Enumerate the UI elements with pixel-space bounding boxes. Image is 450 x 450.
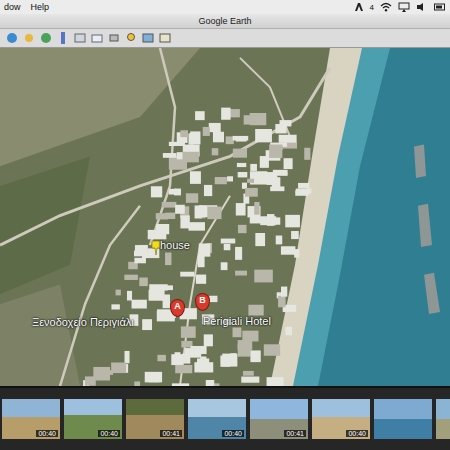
wifi-icon[interactable] — [380, 2, 392, 12]
airplay-icon[interactable] — [398, 2, 410, 12]
volume-icon[interactable] — [416, 2, 428, 12]
title-bar: Google Earth — [0, 14, 450, 29]
satellite-imagery — [0, 48, 450, 386]
adobe-icon[interactable] — [354, 2, 364, 12]
thumbnail-time: 00:41 — [160, 430, 182, 437]
grid-icon[interactable] — [74, 32, 86, 44]
marker-letter: B — [199, 294, 206, 306]
placemark-label[interactable]: Perigiali Hotel — [203, 315, 271, 327]
placemark-label[interactable]: Ξενοδοχείο Περιγιάλι — [32, 316, 134, 328]
placemark-label[interactable]: house — [160, 239, 190, 251]
tour-thumbnail[interactable]: 00:40 — [64, 399, 122, 439]
notification-count[interactable]: 4 — [370, 3, 374, 12]
menu-bar: dow Help 4 — [0, 0, 450, 14]
menu-item[interactable]: dow — [4, 2, 21, 12]
tour-thumbnail[interactable]: 00:41 — [126, 399, 184, 439]
marker-letter: A — [174, 300, 181, 312]
view-icon[interactable] — [159, 32, 171, 44]
print-icon[interactable] — [108, 32, 120, 44]
thumbnail-time: 00:40 — [346, 430, 368, 437]
battery-icon[interactable] — [434, 2, 446, 12]
tour-thumbnail[interactable]: 00:40 — [2, 399, 60, 439]
thumbnail-time: 00:40 — [222, 430, 244, 437]
ruler-icon[interactable] — [57, 32, 69, 44]
mail-icon[interactable] — [91, 32, 103, 44]
toolbar — [0, 29, 450, 48]
map-view[interactable]: house A Ξενοδοχείο Περιγιάλι B Perigiali Hot… — [0, 48, 450, 386]
screen: dow Help 4 Google Earth house A Ξενοδοχείο Περ… — [0, 0, 450, 450]
thumbnail-time: 00:40 — [36, 430, 58, 437]
pin-icon[interactable] — [125, 32, 137, 44]
menu-item[interactable]: Help — [31, 2, 50, 12]
tour-strip: 00:40 00:40 00:41 00:40 00:41 00:40 — [0, 386, 450, 450]
thumbnail-time: 00:40 — [98, 430, 120, 437]
globe-icon[interactable] — [6, 32, 18, 44]
sun-icon[interactable] — [23, 32, 35, 44]
tour-thumbnail[interactable]: 00:40 — [188, 399, 246, 439]
photo-icon[interactable] — [142, 32, 154, 44]
tour-thumbnail[interactable] — [436, 399, 450, 439]
tour-thumbnail[interactable]: 00:41 — [250, 399, 308, 439]
thumbnail-time: 00:41 — [284, 430, 306, 437]
window-title: Google Earth — [198, 16, 251, 26]
tour-thumbnail[interactable] — [374, 399, 432, 439]
planet-icon[interactable] — [40, 32, 52, 44]
tour-thumbnail[interactable]: 00:40 — [312, 399, 370, 439]
